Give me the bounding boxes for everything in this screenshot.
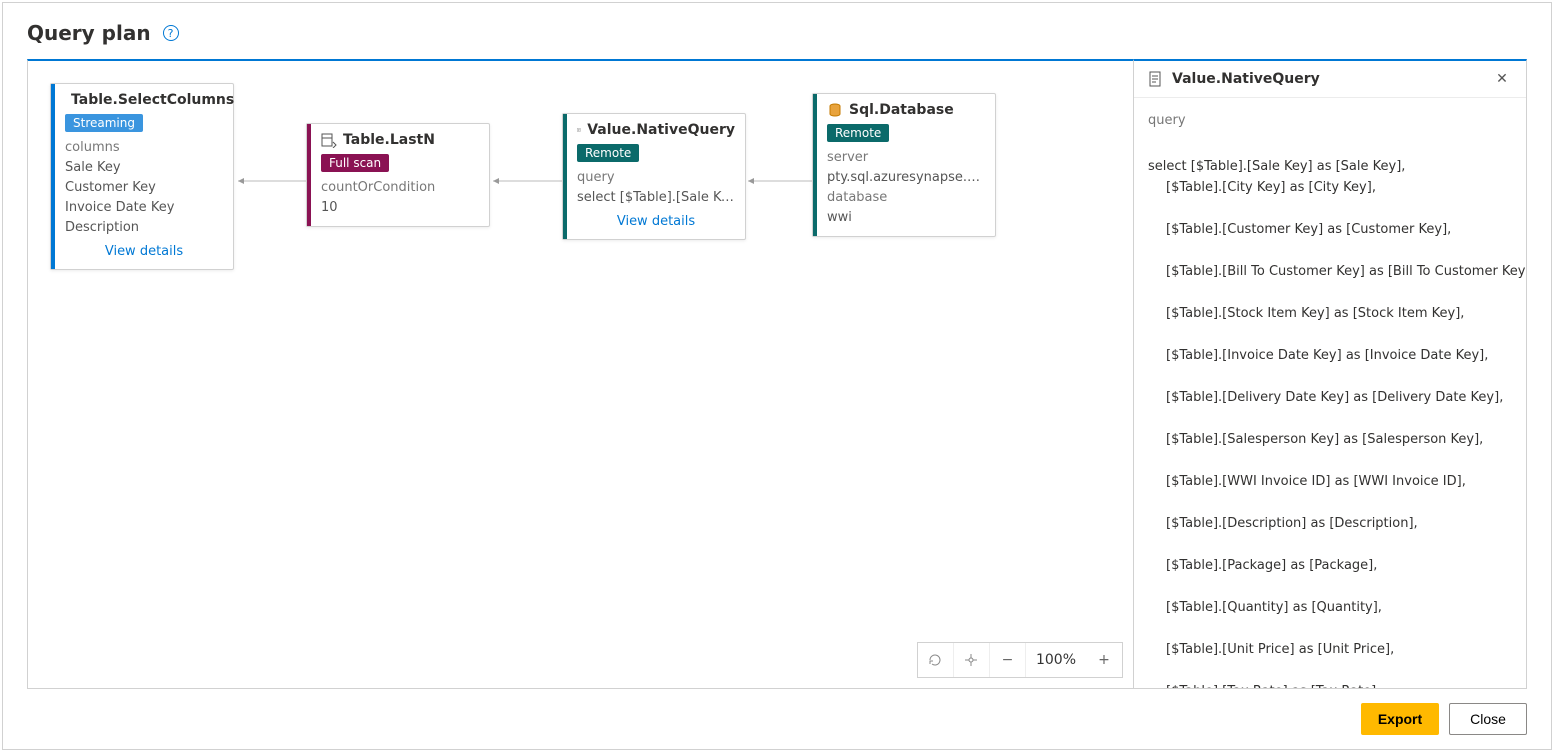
panel-header: Value.NativeQuery ✕ — [1134, 61, 1526, 98]
reset-icon — [927, 652, 943, 668]
query-line: [$Table].[Quantity] as [Quantity], — [1148, 597, 1512, 618]
prop-value: Sale Key — [65, 158, 223, 178]
panel-body: query select [$Table].[Sale Key] as [Sal… — [1134, 98, 1526, 688]
panel-field-label: query — [1148, 110, 1512, 131]
accent — [563, 114, 567, 239]
reset-view-button[interactable] — [918, 643, 954, 677]
zoom-value: 100% — [1026, 652, 1086, 668]
query-line: [$Table].[Invoice Date Key] as [Invoice … — [1148, 345, 1512, 366]
diagram-canvas[interactable]: Table.SelectColumns Streaming columns Sa… — [27, 59, 1134, 689]
query-line: [$Table].[Description] as [Description], — [1148, 513, 1512, 534]
prop-value: wwi — [827, 208, 985, 228]
prop-key: query — [577, 168, 735, 188]
node-title: Table.LastN — [321, 132, 479, 148]
prop-value: Invoice Date Key — [65, 198, 223, 218]
prop-key: server — [827, 148, 985, 168]
accent — [51, 84, 55, 269]
prop-value: Description — [65, 218, 223, 238]
details-panel: Value.NativeQuery ✕ query select [$Table… — [1133, 59, 1527, 689]
prop-key: countOrCondition — [321, 178, 479, 198]
fit-view-button[interactable] — [954, 643, 990, 677]
node-title: Table.SelectColumns — [65, 92, 223, 108]
query-line: select [$Table].[Sale Key] as [Sale Key]… — [1148, 159, 1405, 174]
prop-value: 10 — [321, 198, 479, 218]
query-line: [$Table].[Delivery Date Key] as [Deliver… — [1148, 387, 1512, 408]
prop-value: pty.sql.azuresynapse.net — [827, 168, 985, 188]
footer: Export Close — [3, 689, 1551, 749]
query-line: [$Table].[Bill To Customer Key] as [Bill… — [1148, 261, 1512, 282]
badge-remote: Remote — [577, 144, 639, 162]
body: Table.SelectColumns Streaming columns Sa… — [3, 59, 1551, 689]
view-details-link[interactable]: View details — [577, 208, 735, 231]
prop-value: select [$Table].[Sale Ke… — [577, 188, 735, 208]
lastn-icon — [321, 132, 337, 148]
node-title-text: Table.LastN — [343, 132, 435, 148]
node-title: Value.NativeQuery — [577, 122, 735, 138]
query-text: select [$Table].[Sale Key] as [Sale Key]… — [1148, 135, 1512, 688]
query-line: [$Table].[Stock Item Key] as [Stock Item… — [1148, 303, 1512, 324]
accent — [307, 124, 311, 226]
prop-value: Customer Key — [65, 178, 223, 198]
zoom-out-button[interactable]: − — [990, 643, 1026, 677]
query-icon — [1148, 71, 1164, 87]
zoom-in-button[interactable]: + — [1086, 643, 1122, 677]
accent — [813, 94, 817, 236]
query-line: [$Table].[WWI Invoice ID] as [WWI Invoic… — [1148, 471, 1512, 492]
node-title-text: Value.NativeQuery — [587, 122, 735, 138]
header: Query plan ? — [3, 3, 1551, 59]
query-icon — [577, 122, 581, 138]
panel-title: Value.NativeQuery — [1172, 71, 1320, 87]
query-line: [$Table].[Tax Rate] as [Tax Rate], — [1148, 681, 1512, 688]
query-line: [$Table].[Unit Price] as [Unit Price], — [1148, 639, 1512, 660]
query-line: [$Table].[Package] as [Package], — [1148, 555, 1512, 576]
node-title-text: Sql.Database — [849, 102, 954, 118]
page-title: Query plan — [27, 21, 151, 45]
node-title: Sql.Database — [827, 102, 985, 118]
badge-remote: Remote — [827, 124, 889, 142]
view-details-link[interactable]: View details — [65, 238, 223, 261]
close-button[interactable]: Close — [1449, 703, 1527, 735]
node-value-nativequery[interactable]: Value.NativeQuery Remote query select [$… — [562, 113, 746, 240]
query-line: [$Table].[Customer Key] as [Customer Key… — [1148, 219, 1512, 240]
node-title-text: Table.SelectColumns — [71, 92, 234, 108]
zoom-controls: − 100% + — [917, 642, 1123, 678]
node-sql-database[interactable]: Sql.Database Remote server pty.sql.azure… — [812, 93, 996, 237]
prop-key: columns — [65, 138, 223, 158]
help-icon[interactable]: ? — [163, 25, 179, 41]
database-icon — [827, 102, 843, 118]
badge-streaming: Streaming — [65, 114, 143, 132]
fit-icon — [963, 652, 979, 668]
query-line: [$Table].[City Key] as [City Key], — [1148, 177, 1512, 198]
query-line: [$Table].[Salesperson Key] as [Salespers… — [1148, 429, 1512, 450]
export-button[interactable]: Export — [1361, 703, 1439, 735]
query-plan-dialog: Query plan ? Table. — [2, 2, 1552, 750]
badge-fullscan: Full scan — [321, 154, 389, 172]
close-panel-button[interactable]: ✕ — [1492, 71, 1512, 87]
node-table-lastn[interactable]: Table.LastN Full scan countOrCondition 1… — [306, 123, 490, 227]
node-table-selectcolumns[interactable]: Table.SelectColumns Streaming columns Sa… — [50, 83, 234, 270]
prop-key: database — [827, 188, 985, 208]
